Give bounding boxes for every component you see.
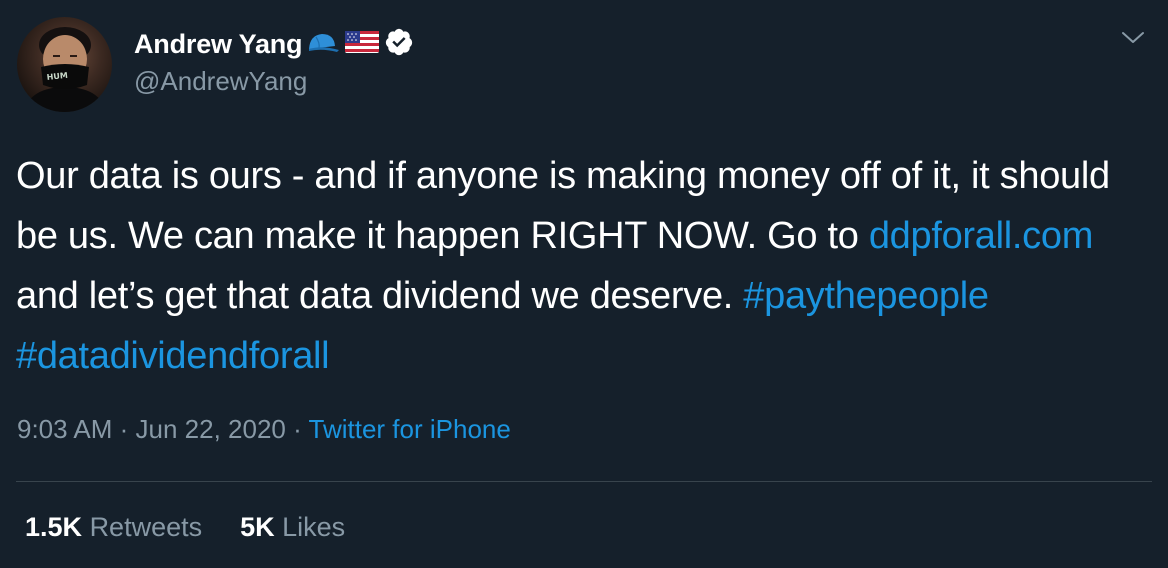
name-row: Andrew Yang: [134, 26, 414, 62]
tweet-link[interactable]: ddpforall.com: [869, 215, 1094, 257]
retweets-count: 1.5K: [25, 512, 83, 542]
likes-stat[interactable]: 5K Likes: [240, 512, 345, 542]
tweet-card: HUM Andrew Yang @AndrewYang Our data is …: [0, 0, 1168, 568]
retweets-stat[interactable]: 1.5K Retweets: [25, 512, 202, 542]
tweet-stats: 1.5K Retweets 5K Likes: [25, 512, 345, 543]
hashtag-link[interactable]: #paythepeople: [743, 275, 989, 317]
avatar[interactable]: HUM: [17, 17, 112, 112]
hashtag-link[interactable]: #datadividendforall: [16, 335, 330, 377]
us-flag-emoji-icon: [344, 29, 380, 60]
likes-label: Likes: [282, 512, 346, 542]
likes-count: 5K: [240, 512, 275, 542]
divider: [16, 481, 1152, 482]
meta-separator: ·: [112, 414, 136, 444]
tweet-meta: 9:03 AM · Jun 22, 2020 · Twitter for iPh…: [17, 414, 511, 445]
display-name[interactable]: Andrew Yang: [134, 29, 303, 60]
tweet-text: Our data is ours - and if anyone is maki…: [16, 146, 1146, 386]
chevron-down-icon[interactable]: [1120, 27, 1146, 47]
tweet-text-part: and let’s get that data dividend we dese…: [16, 275, 744, 317]
tweet-source[interactable]: Twitter for iPhone: [309, 414, 511, 444]
verified-badge-icon: [384, 27, 414, 62]
user-info: Andrew Yang @AndrewYang: [134, 26, 414, 97]
meta-separator: ·: [285, 414, 309, 444]
user-handle[interactable]: @AndrewYang: [134, 66, 414, 97]
retweets-label: Retweets: [89, 512, 203, 542]
cap-emoji-icon: [306, 29, 340, 60]
tweet-date[interactable]: Jun 22, 2020: [136, 414, 286, 444]
tweet-time[interactable]: 9:03 AM: [17, 414, 112, 444]
